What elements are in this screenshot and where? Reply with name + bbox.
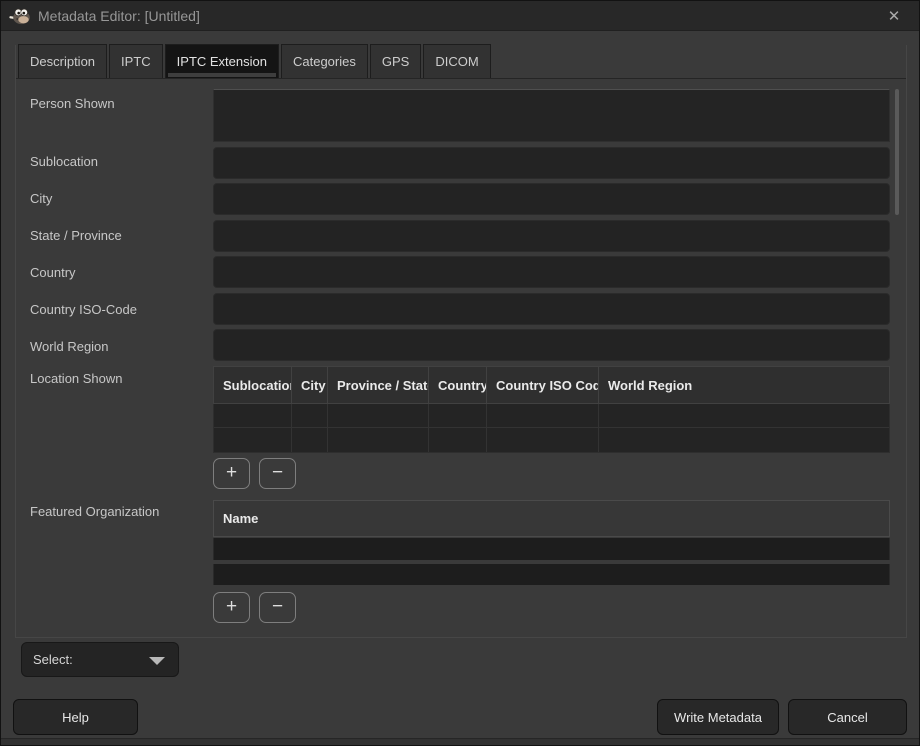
city-input[interactable] — [213, 183, 890, 215]
add-icon: + — [226, 596, 237, 617]
location-add-button[interactable]: + — [213, 458, 250, 489]
table-row[interactable] — [214, 404, 889, 428]
titlebar[interactable]: Metadata Editor: [Untitled] ✕ — [1, 1, 919, 31]
cancel-button[interactable]: Cancel — [788, 699, 907, 735]
window-resize-edge[interactable] — [1, 738, 919, 745]
tabstrip: Description IPTC IPTC Extension Categori… — [16, 45, 906, 79]
col-name: Name — [223, 511, 258, 526]
vertical-scrollbar[interactable] — [895, 89, 899, 215]
metadata-editor-dialog: Metadata Editor: [Untitled] ✕ Descriptio… — [0, 0, 920, 746]
close-icon[interactable]: ✕ — [879, 1, 909, 31]
city-label: City — [30, 191, 52, 206]
tab-description[interactable]: Description — [18, 44, 107, 78]
tab-iptc-extension[interactable]: IPTC Extension — [165, 44, 279, 78]
sublocation-label: Sublocation — [30, 154, 98, 169]
state-province-label: State / Province — [30, 228, 122, 243]
person-shown-input[interactable] — [213, 89, 890, 142]
tab-gps[interactable]: GPS — [370, 44, 421, 78]
table-row[interactable] — [213, 538, 890, 560]
country-label: Country — [30, 265, 76, 280]
state-province-input[interactable] — [213, 220, 890, 252]
col-sublocation[interactable]: Sublocation — [214, 367, 292, 403]
sublocation-input[interactable] — [213, 147, 890, 179]
help-button[interactable]: Help — [13, 699, 138, 735]
col-city[interactable]: City — [292, 367, 328, 403]
table-row[interactable] — [213, 564, 890, 585]
country-iso-code-label: Country ISO-Code — [30, 302, 137, 317]
col-world-region[interactable]: World Region — [599, 367, 889, 403]
col-country-iso-code[interactable]: Country ISO Code — [487, 367, 599, 403]
gimp-wilber-icon — [9, 7, 31, 25]
location-shown-table-body — [213, 404, 890, 453]
world-region-input[interactable] — [213, 329, 890, 361]
select-dropdown-label: Select: — [33, 652, 73, 667]
featured-organization-label: Featured Organization — [30, 504, 159, 519]
country-input[interactable] — [213, 256, 890, 288]
world-region-label: World Region — [30, 339, 109, 354]
window-title: Metadata Editor: [Untitled] — [38, 8, 200, 24]
remove-icon: − — [272, 462, 283, 483]
add-icon: + — [226, 462, 237, 483]
tab-categories[interactable]: Categories — [281, 44, 368, 78]
remove-icon: − — [272, 596, 283, 617]
location-shown-label: Location Shown — [30, 371, 123, 386]
organization-remove-button[interactable]: − — [259, 592, 296, 623]
tab-dicom[interactable]: DICOM — [423, 44, 490, 78]
col-province-state[interactable]: Province / State — [328, 367, 429, 403]
country-iso-code-input[interactable] — [213, 293, 890, 325]
organization-add-button[interactable]: + — [213, 592, 250, 623]
table-row[interactable] — [214, 428, 889, 452]
location-shown-table-header: Sublocation City Province / State Countr… — [213, 366, 890, 404]
person-shown-label: Person Shown — [30, 96, 115, 111]
tab-iptc[interactable]: IPTC — [109, 44, 163, 78]
write-metadata-button[interactable]: Write Metadata — [657, 699, 779, 735]
location-shown-table: Sublocation City Province / State Countr… — [213, 366, 890, 453]
location-remove-button[interactable]: − — [259, 458, 296, 489]
featured-organization-table-header[interactable]: Name — [213, 500, 890, 537]
select-dropdown[interactable]: Select: — [21, 642, 179, 677]
col-country[interactable]: Country — [429, 367, 487, 403]
chevron-down-icon — [149, 657, 165, 665]
